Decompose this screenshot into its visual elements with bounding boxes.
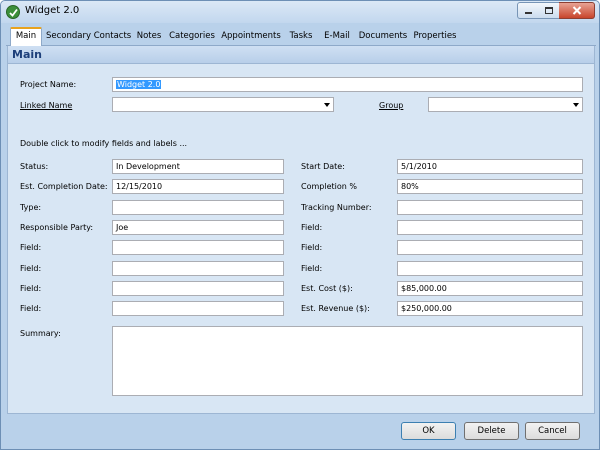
start-date-label: Start Date: — [301, 162, 345, 171]
title-bar[interactable]: Widget 2.0 — [1, 1, 599, 23]
project-name-label: Project Name: — [20, 80, 77, 89]
field-label: Field: — [301, 223, 323, 232]
est-cost-input[interactable]: $85,000.00 — [397, 281, 583, 296]
project-name-value: Widget 2.0 — [116, 80, 162, 89]
responsible-party-label: Responsible Party: — [20, 223, 94, 232]
tracking-number-input[interactable] — [397, 200, 583, 215]
completion-percent-input[interactable]: 80% — [397, 179, 583, 194]
start-date-input[interactable]: 5/1/2010 — [397, 159, 583, 174]
tab-properties[interactable]: Properties — [412, 29, 458, 46]
field-label: Field: — [20, 304, 42, 313]
field-label: Field: — [20, 243, 42, 252]
close-button[interactable] — [559, 2, 595, 19]
group-label: Group — [379, 101, 404, 110]
maximize-icon — [544, 7, 553, 14]
tab-strip: Main Secondary Contacts Notes Categories… — [6, 27, 596, 47]
field-input[interactable] — [112, 240, 284, 255]
customize-hint: Double click to modify fields and labels… — [20, 139, 188, 148]
tab-main[interactable]: Main — [10, 27, 42, 47]
tab-documents[interactable]: Documents — [358, 29, 408, 46]
completion-percent-label: Completion % — [301, 182, 357, 191]
type-label: Type: — [20, 203, 42, 212]
field-input[interactable] — [397, 220, 583, 235]
status-input[interactable]: In Development — [112, 159, 284, 174]
linked-name-label: Linked Name — [20, 101, 73, 110]
ok-button[interactable]: OK — [401, 422, 456, 440]
field-input[interactable] — [112, 261, 284, 276]
close-icon — [572, 6, 581, 15]
tab-email[interactable]: E-Mail — [320, 29, 354, 46]
field-label: Field: — [301, 264, 323, 273]
field-input[interactable] — [112, 301, 284, 316]
est-completion-date-input[interactable]: 12/15/2010 — [112, 179, 284, 194]
checkmark-app-icon — [6, 5, 20, 19]
minimize-icon — [524, 12, 532, 14]
field-label: Field: — [20, 284, 42, 293]
chevron-down-icon[interactable] — [324, 103, 330, 107]
status-label: Status: — [20, 162, 49, 171]
est-revenue-label: Est. Revenue ($): — [301, 304, 370, 313]
tab-secondary-contacts[interactable]: Secondary Contacts — [46, 29, 131, 46]
est-revenue-input[interactable]: $250,000.00 — [397, 301, 583, 316]
field-input[interactable] — [397, 240, 583, 255]
summary-label: Summary: — [20, 329, 61, 338]
tab-tasks[interactable]: Tasks — [286, 29, 316, 46]
est-completion-date-label: Est. Completion Date: — [20, 182, 108, 191]
project-name-input[interactable]: Widget 2.0 — [112, 77, 583, 92]
project-window: Widget 2.0 Main Secondary Contacts Notes… — [0, 0, 600, 450]
type-input[interactable] — [112, 200, 284, 215]
responsible-party-input[interactable]: Joe — [112, 220, 284, 235]
tab-appointments[interactable]: Appointments — [220, 29, 282, 46]
summary-textarea[interactable] — [112, 326, 583, 396]
linked-name-combo[interactable] — [112, 97, 334, 112]
panel-header: Main — [8, 46, 594, 64]
field-label: Field: — [301, 243, 323, 252]
est-cost-label: Est. Cost ($): — [301, 284, 353, 293]
maximize-button[interactable] — [538, 2, 560, 19]
cancel-button[interactable]: Cancel — [525, 422, 580, 440]
field-label: Field: — [20, 264, 42, 273]
window-title: Widget 2.0 — [25, 5, 80, 16]
group-combo[interactable] — [428, 97, 583, 112]
tab-notes[interactable]: Notes — [134, 29, 164, 46]
chevron-down-icon[interactable] — [573, 103, 579, 107]
tab-categories[interactable]: Categories — [169, 29, 215, 46]
panel-title: Main — [12, 48, 42, 61]
field-input[interactable] — [397, 261, 583, 276]
tracking-number-label: Tracking Number: — [301, 203, 372, 212]
delete-button[interactable]: Delete — [464, 422, 519, 440]
field-input[interactable] — [112, 281, 284, 296]
minimize-button[interactable] — [517, 2, 539, 19]
